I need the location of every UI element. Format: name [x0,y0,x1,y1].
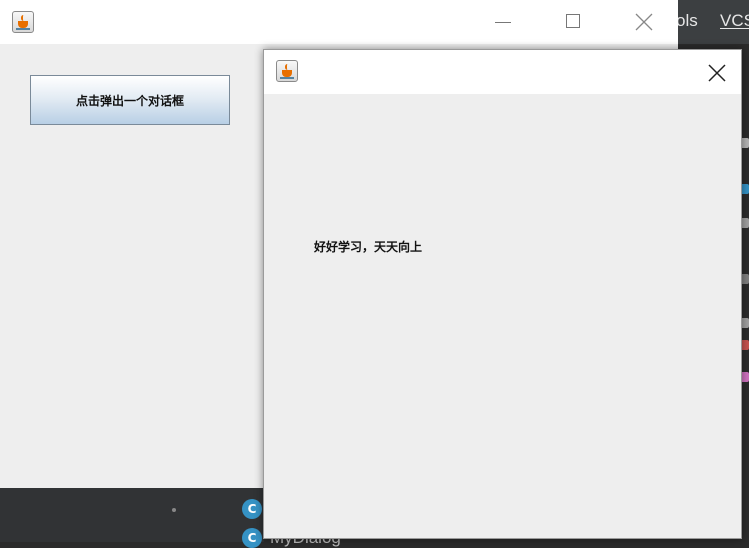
dialog-window: 好好学习，天天向上 [263,49,742,539]
main-title-bar[interactable] [0,0,678,44]
ide-menubar: ols VCS [676,0,749,44]
ide-project-panel: C C MyDialog [0,488,341,548]
close-icon[interactable] [705,61,729,85]
maximize-icon[interactable] [562,10,586,34]
java-icon [12,11,34,33]
ide-menu-item-tools[interactable]: ols [676,11,698,31]
dialog-title-bar[interactable] [264,50,741,94]
ide-dot [172,508,176,512]
ide-menu-item-vcs[interactable]: VCS [720,11,749,31]
dialog-message-label: 好好学习，天天向上 [314,240,423,254]
java-icon [276,60,298,82]
ide-class-icon[interactable]: C [242,528,262,548]
open-dialog-button[interactable]: 点击弹出一个对话框 [30,75,230,125]
minimize-icon[interactable] [492,10,516,34]
ide-class-icon[interactable]: C [242,499,262,519]
close-icon[interactable] [632,10,656,34]
